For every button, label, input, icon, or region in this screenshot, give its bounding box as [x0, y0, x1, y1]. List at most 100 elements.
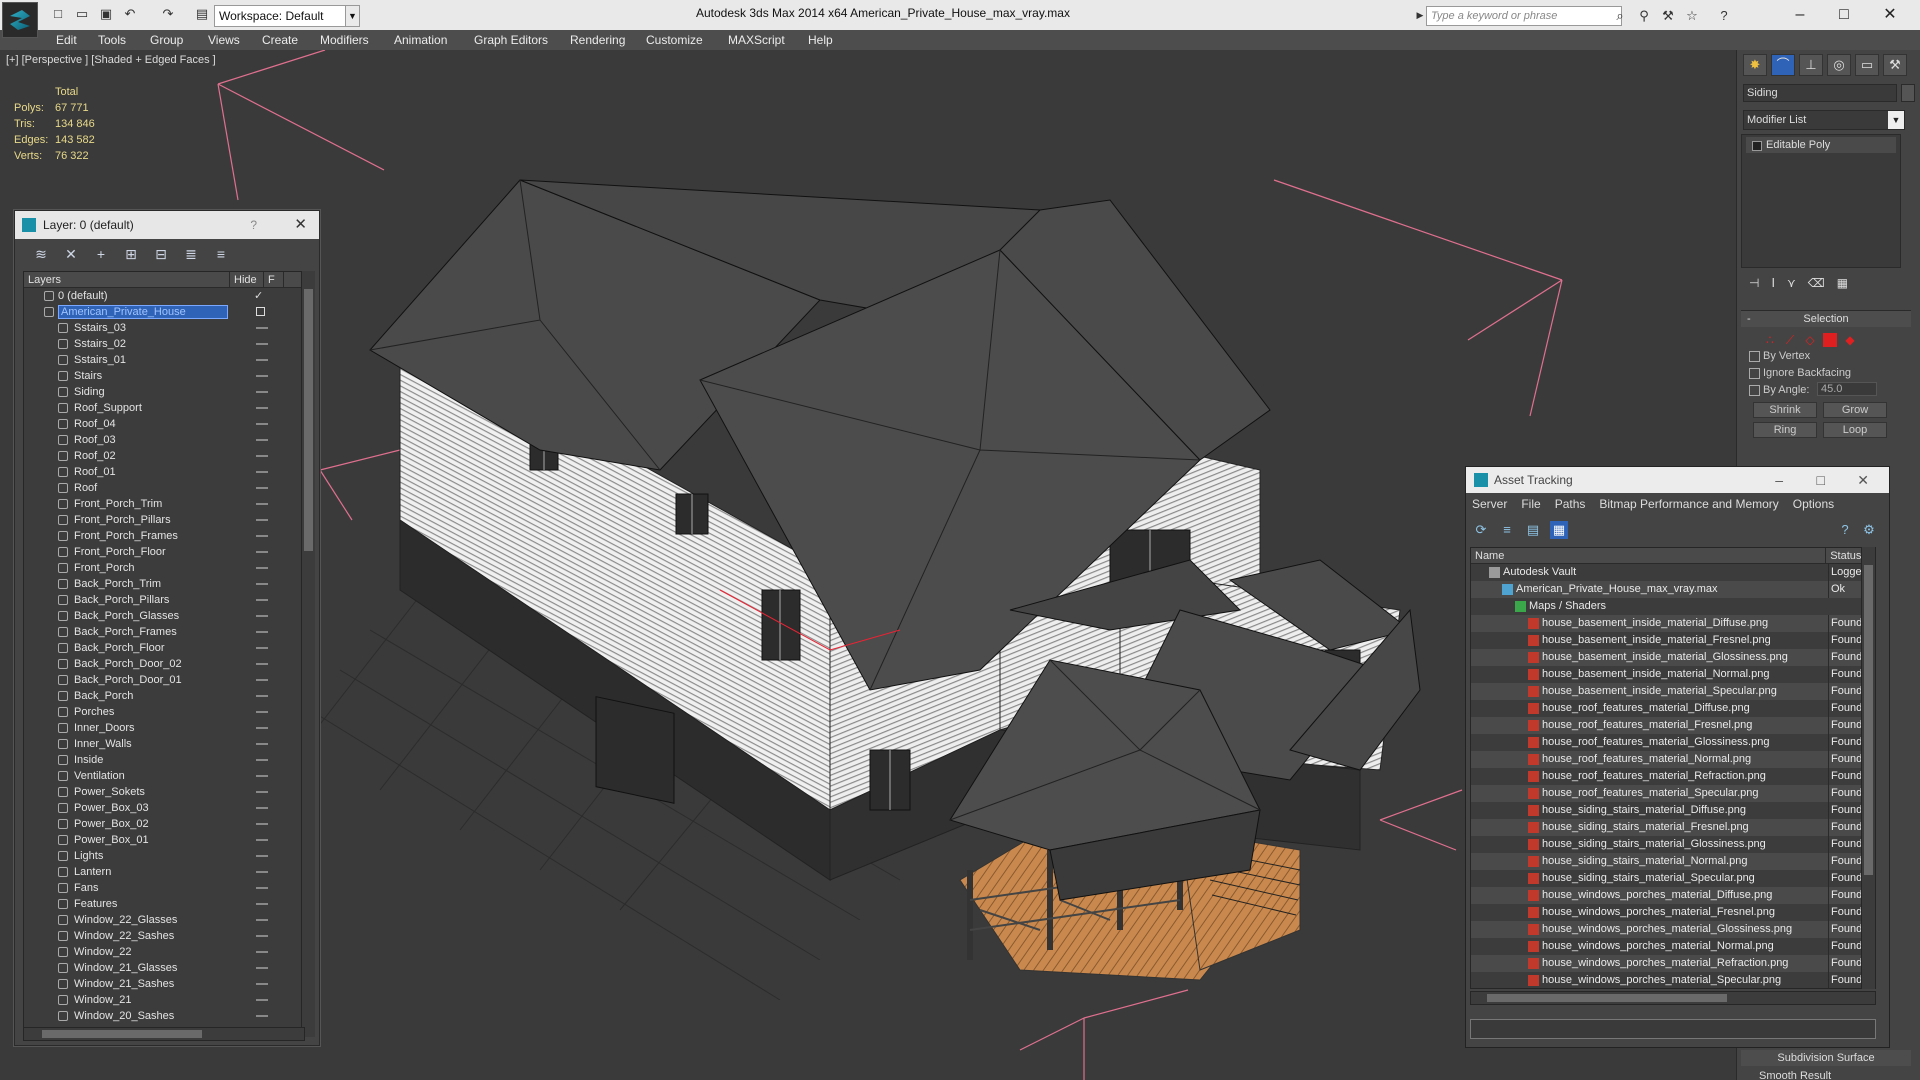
menu-customize[interactable]: Customize — [646, 33, 703, 47]
asset-row[interactable]: house_basement_inside_material_Normal.pn… — [1471, 666, 1875, 683]
hierarchy-tab-icon[interactable]: ⊥ — [1799, 54, 1823, 76]
hide-toggle[interactable] — [256, 983, 268, 985]
highlight-selected-icon[interactable]: ⊟ — [149, 245, 173, 263]
asset-menu-bitmap-performance[interactable]: Bitmap Performance and Memory — [1599, 497, 1778, 515]
hide-toggle[interactable] — [256, 327, 268, 329]
help-icon[interactable]: ? — [1836, 521, 1854, 539]
app-logo-button[interactable] — [2, 2, 38, 38]
smooth-result-checkbox[interactable]: Smooth Result — [1759, 1070, 1831, 1080]
hide-toggle[interactable] — [256, 615, 268, 617]
layer-row[interactable]: Sstairs_02 — [24, 336, 304, 352]
hide-toggle[interactable] — [256, 439, 268, 441]
hide-toggle[interactable] — [256, 423, 268, 425]
layer-vertical-scrollbar[interactable] — [301, 271, 315, 1037]
by-vertex-checkbox[interactable]: By Vertex — [1741, 348, 1911, 364]
edge-icon[interactable]: ⟋ — [1783, 333, 1797, 347]
column-layers[interactable]: Layers — [24, 272, 230, 287]
hide-toggle[interactable] — [256, 695, 268, 697]
hide-toggle[interactable] — [256, 1015, 268, 1017]
object-name-field[interactable]: Siding — [1743, 84, 1897, 102]
hide-toggle[interactable] — [256, 999, 268, 1001]
hide-toggle[interactable] — [256, 359, 268, 361]
asset-row[interactable]: house_windows_porches_material_Glossines… — [1471, 921, 1875, 938]
layer-row[interactable]: Fans — [24, 880, 304, 896]
layer-row[interactable]: Front_Porch_Pillars — [24, 512, 304, 528]
layer-row[interactable]: Window_21_Sashes — [24, 976, 304, 992]
delete-layer-icon[interactable]: ✕ — [59, 245, 83, 263]
asset-row[interactable]: house_siding_stairs_material_Normal.png F… — [1471, 853, 1875, 870]
scrollbar-thumb[interactable] — [42, 1030, 202, 1038]
asset-row[interactable]: Maps / Shaders — [1471, 598, 1875, 615]
hide-toggle[interactable] — [256, 967, 268, 969]
open-file-icon[interactable]: ▭ — [74, 6, 90, 22]
hide-toggle[interactable] — [256, 759, 268, 761]
pin-stack-icon[interactable]: ⊣ — [1749, 276, 1759, 298]
freeze-all-icon[interactable]: ≡ — [209, 245, 233, 263]
by-angle-checkbox[interactable]: By Angle: 45.0 — [1741, 382, 1911, 398]
column-freeze[interactable]: F — [264, 272, 284, 287]
column-name[interactable]: Name — [1471, 548, 1827, 563]
layer-row[interactable]: Roof_03 — [24, 432, 304, 448]
subdivision-surface-rollout[interactable]: Subdivision Surface — [1741, 1050, 1911, 1066]
asset-row[interactable]: house_windows_porches_material_Refractio… — [1471, 955, 1875, 972]
layer-row[interactable]: Window_21_Glasses — [24, 960, 304, 976]
layer-row[interactable]: Window_20_Sashes — [24, 1008, 304, 1024]
asset-row[interactable]: house_roof_features_material_Fresnel.png… — [1471, 717, 1875, 734]
layer-row[interactable]: Back_Porch_Door_02 — [24, 656, 304, 672]
layer-row[interactable]: Roof_02 — [24, 448, 304, 464]
layer-row[interactable]: Window_22 — [24, 944, 304, 960]
layer-row[interactable]: Roof_01 — [24, 464, 304, 480]
stack-item-editable-poly[interactable]: Editable Poly — [1746, 137, 1896, 153]
hide-toggle[interactable] — [256, 583, 268, 585]
layer-row[interactable]: 0 (default) ✓ — [24, 288, 304, 304]
remove-modifier-icon[interactable]: ⌫ — [1808, 276, 1825, 298]
menu-group[interactable]: Group — [150, 33, 183, 47]
layer-row[interactable]: Roof_04 — [24, 416, 304, 432]
grid-view-icon[interactable]: ▦ — [1550, 521, 1568, 539]
configure-sets-icon[interactable]: ▦ — [1837, 276, 1848, 298]
layer-row[interactable]: Power_Box_01 — [24, 832, 304, 848]
hide-toggle[interactable] — [256, 375, 268, 377]
context-help-icon[interactable]: ⚙ — [1860, 521, 1878, 539]
layer-row[interactable]: Sstairs_03 — [24, 320, 304, 336]
asset-menu-options[interactable]: Options — [1793, 497, 1834, 515]
utilities-tab-icon[interactable]: ⚒ — [1883, 54, 1907, 76]
workspace-dropdown[interactable]: Workspace: Default ▼ — [214, 5, 360, 27]
hide-toggle[interactable] — [256, 711, 268, 713]
hide-toggle[interactable] — [256, 567, 268, 569]
grow-button[interactable]: Grow — [1823, 402, 1887, 418]
layer-row[interactable]: Roof_Support — [24, 400, 304, 416]
help-icon[interactable]: ? — [1716, 8, 1732, 24]
layer-row[interactable]: Window_22_Glasses — [24, 912, 304, 928]
asset-row[interactable]: house_siding_stairs_material_Glossiness.… — [1471, 836, 1875, 853]
layer-row[interactable]: Window_22_Sashes — [24, 928, 304, 944]
layer-row[interactable]: Lights — [24, 848, 304, 864]
minimize-icon[interactable]: – — [1780, 3, 1820, 27]
layer-row[interactable]: Back_Porch_Door_01 — [24, 672, 304, 688]
layer-row[interactable]: Back_Porch_Trim — [24, 576, 304, 592]
asset-row[interactable]: house_basement_inside_material_Specular.… — [1471, 683, 1875, 700]
hide-toggle[interactable] — [256, 855, 268, 857]
hide-toggle[interactable] — [256, 903, 268, 905]
hide-toggle[interactable] — [256, 951, 268, 953]
hide-toggle[interactable] — [256, 647, 268, 649]
subscription-icon[interactable]: ⚲ — [1636, 8, 1652, 24]
layer-row[interactable]: Power_Box_02 — [24, 816, 304, 832]
layer-row[interactable]: Porches — [24, 704, 304, 720]
asset-menu-paths[interactable]: Paths — [1555, 497, 1586, 515]
layer-dialog-titlebar[interactable]: Layer: 0 (default) ? ✕ — [15, 211, 319, 239]
modify-tab-icon[interactable]: ⌒ — [1771, 54, 1795, 76]
binoculars-icon[interactable]: ⌕ — [1612, 8, 1628, 24]
layer-horizontal-scrollbar[interactable] — [23, 1027, 305, 1041]
modifier-list-dropdown[interactable]: Modifier List ▼ — [1743, 110, 1905, 130]
new-file-icon[interactable]: □ — [50, 6, 66, 22]
loop-button[interactable]: Loop — [1823, 422, 1887, 438]
asset-menu-file[interactable]: File — [1521, 497, 1540, 515]
current-layer-check-icon[interactable]: ✓ — [254, 288, 263, 304]
layer-row[interactable]: Back_Porch_Glasses — [24, 608, 304, 624]
menu-tools[interactable]: Tools — [98, 33, 126, 47]
asset-row[interactable]: house_windows_porches_material_Fresnel.p… — [1471, 904, 1875, 921]
hide-toggle[interactable] — [256, 407, 268, 409]
select-objects-icon[interactable]: ⊞ — [119, 245, 143, 263]
layer-row[interactable]: Back_Porch_Pillars — [24, 592, 304, 608]
